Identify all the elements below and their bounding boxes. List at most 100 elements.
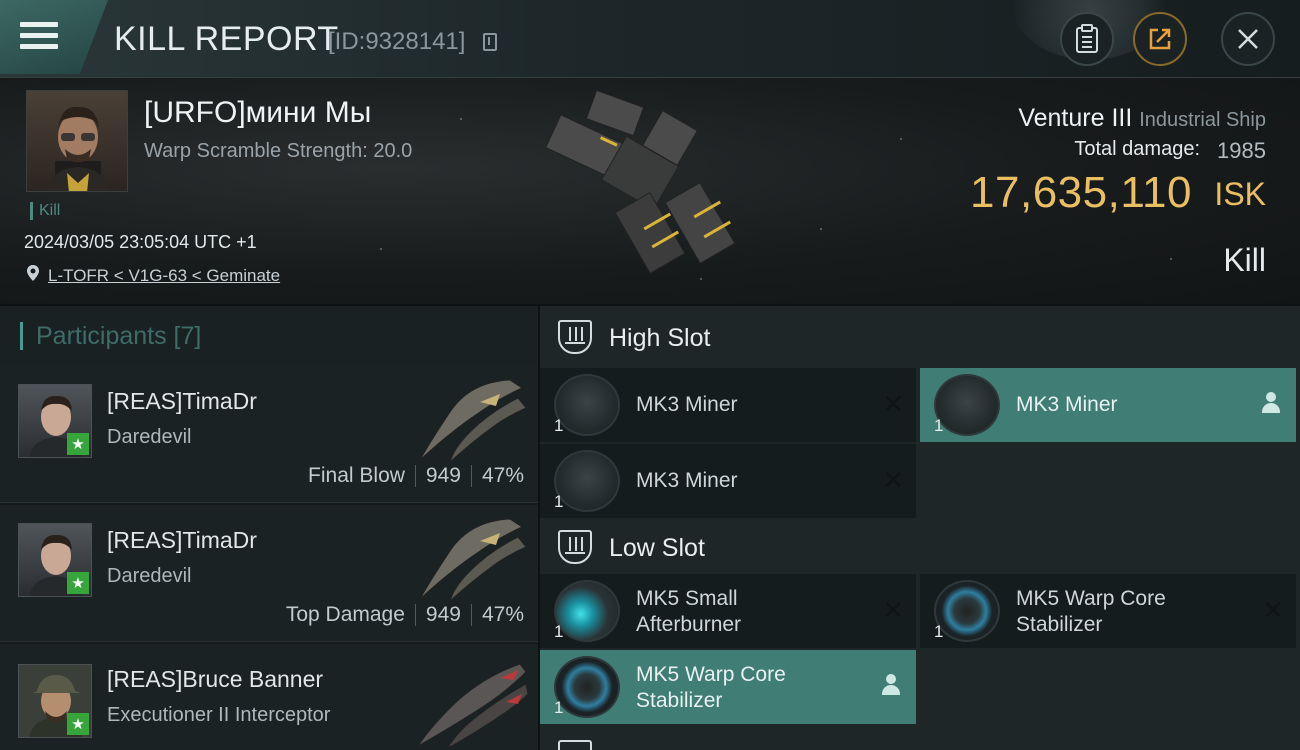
participant-role: Final Blow <box>308 464 405 487</box>
participant-avatar[interactable]: ★ <box>18 384 92 458</box>
participant-name[interactable]: [REAS]TimaDr <box>107 527 257 554</box>
module-name-line: Afterburner <box>636 613 742 636</box>
miner-module-icon <box>934 374 1000 436</box>
pilot-portrait-image <box>47 106 109 191</box>
slot-icon-line <box>581 537 583 551</box>
participant-ship-image <box>419 518 527 603</box>
module-name: MK3 Miner <box>636 469 738 492</box>
slot-icon-line <box>565 342 585 344</box>
participant-avatar[interactable]: ★ <box>18 523 92 597</box>
module-qty: 1 <box>554 622 564 641</box>
participant-ship: Daredevil <box>107 426 192 448</box>
participant-ship-image <box>419 379 527 464</box>
module-item[interactable]: 1 MK5 Warp Core Stabilizer ✕ <box>920 574 1296 648</box>
module-item[interactable]: 1 MK3 Miner <box>920 368 1296 442</box>
victim-banner: [URFO]мини Мы Warp Scramble Strength: 20… <box>0 78 1300 304</box>
low-slot-title: Low Slot <box>609 534 705 562</box>
corp-star-icon: ★ <box>67 433 89 455</box>
module-qty: 1 <box>934 416 944 435</box>
participant-avatar[interactable]: ★ <box>18 664 92 738</box>
ship-name-text[interactable]: Venture III <box>1018 104 1132 132</box>
low-slot-header: Low Slot <box>540 516 1300 580</box>
close-icon <box>1238 29 1258 49</box>
result-label: Kill <box>1223 242 1266 278</box>
slot-icon-line <box>569 537 571 551</box>
corp-star-icon: ★ <box>67 572 89 594</box>
low-slot-icon <box>558 530 592 564</box>
slot-icon-line <box>565 552 585 554</box>
participant-ship: Executioner II Interceptor <box>107 704 331 726</box>
warp-core-stabilizer-icon <box>934 580 1000 642</box>
user-icon-head <box>1266 392 1276 402</box>
module-name-line: MK5 Warp Core <box>636 663 786 686</box>
participant-ship: Daredevil <box>107 565 192 587</box>
high-slot-header: High Slot <box>540 306 1300 370</box>
module-name-line: Stabilizer <box>1016 613 1103 636</box>
victim-name[interactable]: [URFO]мини Мы <box>144 96 371 130</box>
participant-row[interactable]: ★ [REAS]TimaDr Daredevil Top Damage 949 … <box>0 505 538 642</box>
close-button[interactable] <box>1221 12 1275 66</box>
copy-icon[interactable] <box>483 33 497 51</box>
victim-ship-name: Venture III Industrial Ship <box>1018 104 1266 133</box>
module-name-line: MK5 Small <box>636 587 738 610</box>
share-button[interactable] <box>1133 12 1187 66</box>
module-name: MK5 Small Afterburner <box>636 586 741 638</box>
divider <box>414 465 416 487</box>
participant-role: Top Damage <box>285 603 405 626</box>
kill-datetime: 2024/03/05 23:05:04 UTC +1 <box>24 232 257 252</box>
next-slot-header <box>540 732 1300 750</box>
clipboard-icon <box>1076 24 1098 53</box>
victim-ship-image <box>545 89 736 274</box>
corp-star-icon: ★ <box>67 713 89 735</box>
participant-percent: 47% <box>481 464 524 487</box>
fitting-panel: High Slot 1 MK3 Miner ✕ 1 MK3 Miner 1 MK… <box>540 306 1300 750</box>
module-item[interactable]: 1 MK3 Miner ✕ <box>540 444 916 518</box>
hamburger-icon <box>20 22 58 27</box>
participant-damage: 949 <box>425 464 461 487</box>
high-slot-icon <box>558 320 592 354</box>
participant-row[interactable]: ★ [REAS]TimaDr Daredevil Final Blow 949 … <box>0 366 538 503</box>
section-accent <box>20 322 23 350</box>
slot-icon <box>558 740 592 750</box>
module-item[interactable]: 1 MK5 Warp Core Stabilizer <box>540 650 916 724</box>
total-damage-label: Total damage: <box>1074 138 1200 160</box>
menu-button[interactable] <box>0 0 108 74</box>
miner-module-icon <box>554 374 620 436</box>
hamburger-icon-bar <box>20 44 58 49</box>
total-damage-value: 1985 <box>1217 138 1266 163</box>
participant-row[interactable]: ★ [REAS]Bruce Banner Executioner II Inte… <box>0 644 538 750</box>
participant-stats: Final Blow 949 47% <box>308 464 524 488</box>
participant-name[interactable]: [REAS]Bruce Banner <box>107 666 323 693</box>
participant-name[interactable]: [REAS]TimaDr <box>107 388 257 415</box>
destroyed-x-icon: ✕ <box>1262 596 1284 626</box>
isk-unit: ISK <box>1214 176 1266 212</box>
isk-value: 17,635,110 <box>970 168 1192 217</box>
module-name-line: Stabilizer <box>636 689 723 712</box>
module-name: MK5 Warp Core Stabilizer <box>636 662 786 714</box>
participants-panel: Participants [7] ★ [REAS]TimaDr Daredevi… <box>0 306 538 750</box>
victim-avatar[interactable] <box>26 90 128 192</box>
location-link[interactable]: L-TOFR < V1G-63 < Geminate <box>48 266 280 286</box>
destroyed-x-icon: ✕ <box>882 466 904 496</box>
slot-icon-line <box>581 327 583 341</box>
module-qty: 1 <box>554 492 564 511</box>
module-item[interactable]: 1 MK3 Miner ✕ <box>540 368 916 442</box>
warp-scramble-strength: Warp Scramble Strength: 20.0 <box>144 140 413 162</box>
slot-icon-line <box>575 537 577 551</box>
destroyed-x-icon: ✕ <box>882 596 904 626</box>
module-name: MK3 Miner <box>636 393 738 416</box>
participant-damage: 949 <box>425 603 461 626</box>
module-item[interactable]: 1 MK5 Small Afterburner ✕ <box>540 574 916 648</box>
user-icon-body <box>882 685 900 695</box>
miner-module-icon <box>554 450 620 512</box>
warp-core-stabilizer-icon <box>554 656 620 718</box>
share-icon <box>1149 28 1171 50</box>
module-name: MK3 Miner <box>1016 393 1118 416</box>
user-icon-body <box>1262 403 1280 413</box>
slot-icon-line <box>575 327 577 341</box>
user-icon-head <box>886 674 896 684</box>
clipboard-button[interactable] <box>1060 12 1114 66</box>
participant-ship-image <box>417 663 529 750</box>
divider <box>470 465 472 487</box>
participants-header: Participants [7] <box>0 306 538 366</box>
